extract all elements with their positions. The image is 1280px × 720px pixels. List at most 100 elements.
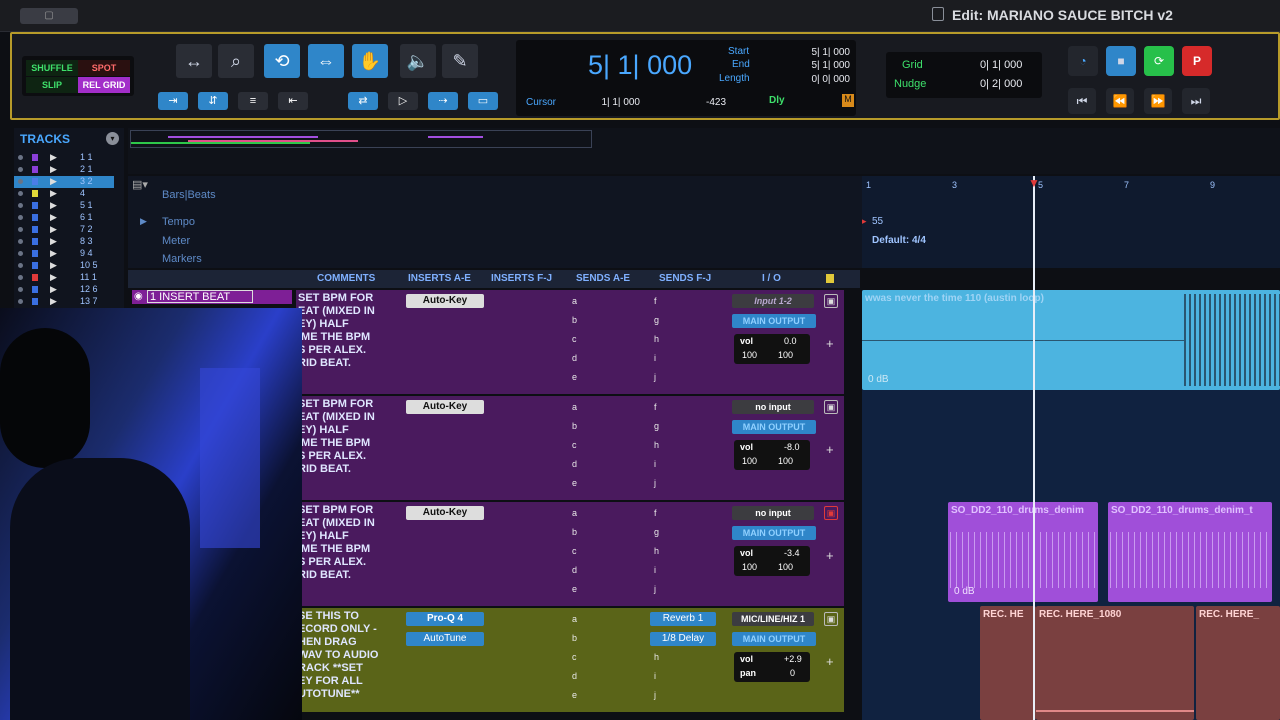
audio-clip-rec-3[interactable]: REC. HERE_ xyxy=(1196,606,1280,720)
send-slot-c[interactable]: c xyxy=(572,546,577,556)
insert-slot-a[interactable]: Auto-Key xyxy=(406,294,484,308)
visibility-dot-icon[interactable] xyxy=(18,155,23,160)
send-slot-h[interactable]: h xyxy=(654,440,659,450)
zoom-toggle-icon[interactable]: ↔ xyxy=(176,44,212,78)
pan-value[interactable]: 0 xyxy=(790,668,795,678)
speaker-scrub-icon[interactable]: 🔈 xyxy=(400,44,436,78)
rewind-to-start-icon[interactable]: ⏮ xyxy=(1068,88,1096,114)
send-slot-g[interactable]: g xyxy=(654,421,659,431)
track-list-item[interactable]: ▶ 1 1 xyxy=(14,152,114,164)
send-slot-i[interactable]: i xyxy=(654,565,656,575)
send-slot-f[interactable]: f xyxy=(654,296,657,306)
link-track-icon[interactable]: ≡ xyxy=(238,92,268,110)
vol-value[interactable]: +2.9 xyxy=(784,654,802,664)
send-slot-g[interactable]: g xyxy=(654,315,659,325)
tempo-expand-icon[interactable]: ▶ xyxy=(140,216,147,227)
pan-right-value[interactable]: 100 xyxy=(778,350,793,360)
send-slot-a[interactable]: a xyxy=(572,614,577,624)
output-selector[interactable]: MAIN OUTPUT xyxy=(732,314,816,328)
insert-slot-a[interactable]: Pro-Q 4 xyxy=(406,612,484,626)
track-list-item[interactable]: ▶ 3 2 xyxy=(14,176,114,188)
nudge-value[interactable]: 0| 2| 000 xyxy=(980,78,1022,90)
send-slot-a[interactable]: a xyxy=(572,402,577,412)
send-slot-h[interactable]: h xyxy=(654,652,659,662)
visibility-dot-icon[interactable] xyxy=(18,179,23,184)
play-arrow-icon[interactable]: ▶ xyxy=(50,176,57,187)
visibility-dot-icon[interactable] xyxy=(18,191,23,196)
metronome-icon[interactable]: ◔ xyxy=(1068,46,1098,76)
track-options-icon[interactable]: ▣ xyxy=(824,294,838,308)
ruler-timeline[interactable]: 1 3 5 7 9 55 ▸ Default: 4/4 xyxy=(862,176,1280,268)
send-slot-e[interactable]: e xyxy=(572,584,577,594)
audio-clip-austin-loop[interactable]: wwas never the time 110 (austin loop) 0 … xyxy=(862,290,1280,390)
send-slot-g[interactable]: 1/8 Delay xyxy=(650,632,716,646)
track-options-icon[interactable]: ▣ xyxy=(824,506,838,520)
track-comment[interactable]: SE THIS TO ECORD ONLY - HEN DRAG WAV TO … xyxy=(298,610,378,701)
send-slot-g[interactable]: g xyxy=(654,527,659,537)
rewind-icon[interactable]: ⏪ xyxy=(1106,88,1134,114)
track-name-insert-beat[interactable]: ◉ 1 INSERT BEAT xyxy=(132,290,292,304)
visibility-dot-icon[interactable] xyxy=(18,299,23,304)
send-slot-i[interactable]: i xyxy=(654,459,656,469)
send-slot-b[interactable]: b xyxy=(572,315,577,325)
fast-forward-icon[interactable]: ⏩ xyxy=(1144,88,1172,114)
playhead[interactable] xyxy=(1033,176,1035,720)
play-arrow-icon[interactable]: ▶ xyxy=(50,152,57,163)
clip-gain[interactable]: 0 dB xyxy=(954,586,975,597)
tracks-menu-icon[interactable]: ▾ xyxy=(106,132,119,145)
selector-tool-icon[interactable]: ⇔ xyxy=(308,44,344,78)
midi-merge-icon[interactable]: M xyxy=(842,94,854,107)
send-slot-d[interactable]: d xyxy=(572,671,577,681)
visibility-dot-icon[interactable] xyxy=(18,227,23,232)
send-slot-i[interactable]: i xyxy=(654,353,656,363)
link-timeline-icon[interactable]: ⇵ xyxy=(198,92,228,110)
play-arrow-icon[interactable]: ▶ xyxy=(50,272,57,283)
visibility-dot-icon[interactable] xyxy=(18,215,23,220)
play-arrow-icon[interactable]: ▶ xyxy=(50,212,57,223)
start-value[interactable]: 5| 1| 000 xyxy=(790,47,850,58)
audio-clip-drums-a[interactable]: SO_DD2_110_drums_denim 0 dB xyxy=(948,502,1098,602)
send-slot-a[interactable]: a xyxy=(572,296,577,306)
slip-mode-button[interactable]: SLIP xyxy=(26,77,78,93)
visibility-dot-icon[interactable] xyxy=(18,239,23,244)
track-list-item[interactable]: ▶ 13 7 xyxy=(14,296,114,308)
add-send-icon[interactable]: + xyxy=(826,548,834,563)
mirror-midi-icon[interactable]: ⇄ xyxy=(348,92,378,110)
track-list-item[interactable]: ▶ 5 1 xyxy=(14,200,114,212)
play-arrow-icon[interactable]: ▶ xyxy=(50,188,57,199)
send-slot-a[interactable]: a xyxy=(572,508,577,518)
track-list-item[interactable]: ▶ 10 5 xyxy=(14,260,114,272)
input-selector[interactable]: MIC/LINE/HIZ 1 xyxy=(732,612,814,626)
visibility-dot-icon[interactable] xyxy=(18,251,23,256)
input-selector[interactable]: no input xyxy=(732,506,814,520)
audio-clip-drums-b[interactable]: SO_DD2_110_drums_denim_t xyxy=(1108,502,1272,602)
input-selector[interactable]: Input 1-2 xyxy=(732,294,814,308)
add-send-icon[interactable]: + xyxy=(826,654,834,669)
track-list-item[interactable]: ▶ 12 6 xyxy=(14,284,114,296)
send-slot-f[interactable]: f xyxy=(654,402,657,412)
send-slot-d[interactable]: d xyxy=(572,565,577,575)
send-slot-c[interactable]: c xyxy=(572,334,577,344)
tempo-ruler-label[interactable]: Tempo xyxy=(162,216,195,228)
record-button-icon[interactable]: P xyxy=(1182,46,1212,76)
length-value[interactable]: 0| 0| 000 xyxy=(790,74,850,85)
track-comment[interactable]: SET BPM FOR EAT (MIXED IN EY) HALF IME T… xyxy=(298,292,375,370)
send-slot-e[interactable]: e xyxy=(572,478,577,488)
go-to-end-icon[interactable]: ⏭ xyxy=(1182,88,1210,114)
pan-left-value[interactable]: 100 xyxy=(742,456,757,466)
trim-tool-icon[interactable]: ⟲ xyxy=(264,44,300,78)
audio-clip-rec-1[interactable]: REC. HE xyxy=(980,606,1036,720)
pan-right-value[interactable]: 100 xyxy=(778,456,793,466)
edit-window-timeline[interactable]: wwas never the time 110 (austin loop) 0 … xyxy=(862,290,1280,720)
send-slot-h[interactable]: h xyxy=(654,546,659,556)
send-slot-b[interactable]: b xyxy=(572,633,577,643)
play-arrow-icon[interactable]: ▶ xyxy=(50,284,57,295)
shuffle-mode-button[interactable]: SHUFFLE xyxy=(26,60,78,76)
send-slot-c[interactable]: c xyxy=(572,440,577,450)
group-icon[interactable]: ▭ xyxy=(468,92,498,110)
send-slot-i[interactable]: i xyxy=(654,671,656,681)
send-slot-f[interactable]: Reverb 1 xyxy=(650,612,716,626)
send-slot-j[interactable]: j xyxy=(654,372,656,382)
track-comment[interactable]: SET BPM FOR EAT (MIXED IN EY) HALF IME T… xyxy=(298,398,375,476)
window-control-icon[interactable]: ▢ xyxy=(20,8,78,24)
